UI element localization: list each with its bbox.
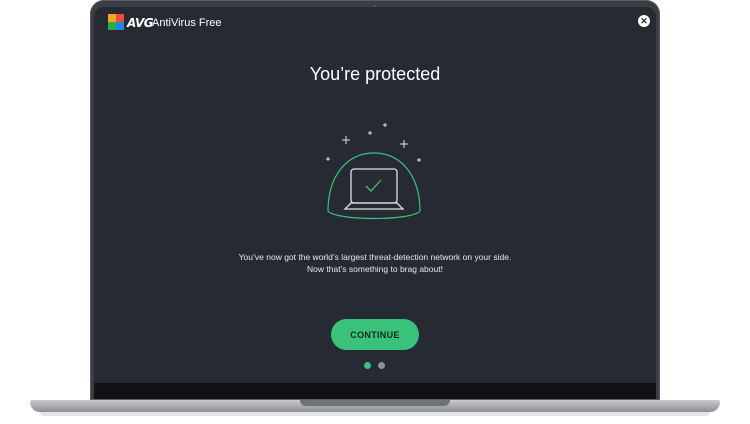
pagination-dot-inactive[interactable] — [378, 362, 385, 369]
page-title: You’re protected — [309, 64, 441, 84]
laptop-notch — [300, 400, 450, 406]
screen-bezel-bottom — [94, 383, 656, 399]
message-line-2: Now that’s something to brag about! — [307, 264, 443, 274]
continue-button[interactable]: CONTINUE — [331, 319, 419, 350]
close-icon[interactable]: ✕ — [638, 15, 650, 27]
avg-logo-icon — [108, 14, 125, 31]
pagination-dot-active[interactable] — [364, 362, 371, 369]
app-window: AVG AntiVirus Free ✕ You’re protected Yo… — [94, 7, 656, 383]
brand-name: AVG — [127, 16, 154, 30]
protected-laptop-icon — [326, 123, 421, 220]
laptop-base-shadow — [40, 412, 710, 416]
product-name: AntiVirus Free — [152, 17, 222, 29]
message: You’ve now got the world’s largest threa… — [94, 251, 656, 275]
message-line-1: You’ve now got the world’s largest threa… — [238, 252, 512, 262]
